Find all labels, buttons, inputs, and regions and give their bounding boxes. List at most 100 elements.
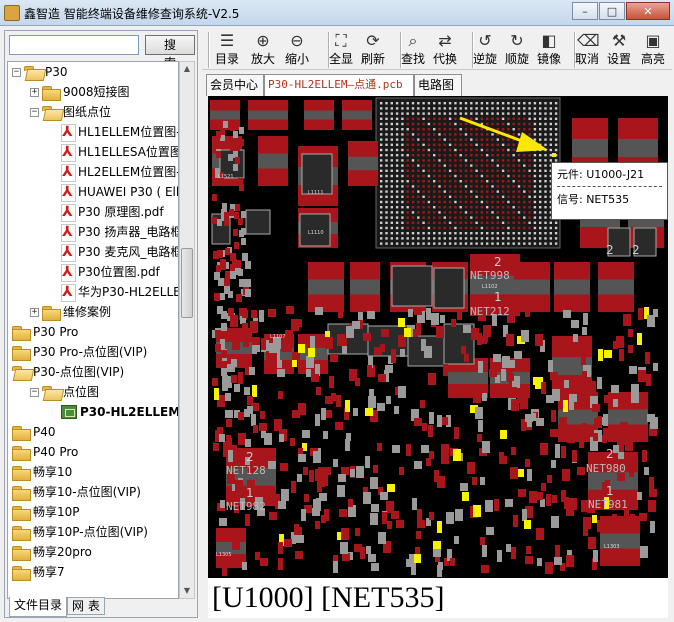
- tab-pcb-file[interactable]: P30-HL2ELLEM—点通.pcb: [264, 74, 414, 96]
- tab-file-directory[interactable]: 文件目录: [9, 597, 68, 617]
- tree-item[interactable]: +9008短接图: [30, 82, 130, 102]
- tree-item[interactable]: 畅享10P: [12, 502, 80, 522]
- smd-pad: [494, 499, 499, 511]
- tree-item[interactable]: P30位置图.pdf: [48, 262, 160, 282]
- expand-icon[interactable]: +: [30, 87, 39, 97]
- smd-pad: [581, 353, 586, 365]
- bga-pad: [549, 133, 552, 136]
- tool-settings-button[interactable]: ⚒ 设置: [602, 30, 636, 70]
- pcb-viewer[interactable]: NET998 NET212 NET128 NET982 NET980 NET98…: [208, 96, 668, 578]
- close-button[interactable]: ✕: [626, 2, 670, 20]
- bga-pad: [464, 237, 468, 240]
- tree-item[interactable]: HUAWEI P30 ( Ell: [48, 182, 178, 202]
- tab-member-center[interactable]: 会员中心: [206, 74, 264, 96]
- tree-item[interactable]: 畅享10: [12, 462, 72, 482]
- smd-pad: [255, 552, 260, 560]
- tree-item[interactable]: 畅享7: [12, 562, 65, 582]
- tree-item[interactable]: − 点位图: [30, 382, 99, 402]
- tool-clear-button[interactable]: ⌫ 取消: [570, 30, 604, 70]
- tree-item[interactable]: P30-点位图(VIP): [12, 362, 124, 382]
- tool-rotate-ccw-button[interactable]: ↺ 逆旋: [468, 30, 502, 70]
- tree-item[interactable]: HL2ELLEM位置图-: [48, 162, 178, 182]
- tree-item[interactable]: − 图纸点位: [30, 102, 111, 122]
- bga-pad: [443, 133, 446, 136]
- search-button[interactable]: 搜 索: [145, 35, 195, 70]
- tree-item[interactable]: 华为P30-HL2ELLEI: [48, 282, 178, 302]
- tool-fit-all-button[interactable]: ⛶ 全显: [324, 30, 358, 70]
- tree-item[interactable]: HL1ELLEM位置图-: [48, 122, 178, 142]
- tool-mirror-button[interactable]: ◧ 镜像: [532, 30, 566, 70]
- collapse-icon[interactable]: −: [30, 387, 39, 397]
- smd-pad: [482, 441, 490, 453]
- tree-item[interactable]: + 维修案例: [30, 302, 111, 322]
- smd-pad: [212, 217, 217, 224]
- expand-icon[interactable]: +: [30, 307, 39, 317]
- tree-item[interactable]: P40: [12, 422, 56, 442]
- search-input[interactable]: [9, 35, 139, 55]
- scroll-up-icon[interactable]: ▲: [180, 62, 194, 76]
- maximize-button[interactable]: □: [599, 2, 625, 20]
- tree-item[interactable]: P30 原理图.pdf: [48, 202, 164, 222]
- smd-pad: [554, 557, 562, 565]
- bga-pad: [523, 154, 526, 157]
- pin-label: 1: [494, 290, 502, 304]
- smd-pad: [561, 446, 566, 458]
- tree-item[interactable]: 畅享10-点位图(VIP): [12, 482, 141, 502]
- bga-pad: [443, 190, 446, 193]
- tree-item[interactable]: − P30: [12, 62, 68, 82]
- tool-list-button[interactable]: ☰ 目录: [210, 30, 244, 70]
- bga-pad: [501, 216, 505, 219]
- smd-pad: [238, 436, 243, 444]
- tool-search-button[interactable]: ⌕ 查找: [396, 30, 430, 70]
- smd-pad: [645, 352, 650, 364]
- smd-pad: [450, 558, 455, 566]
- tab-schematic[interactable]: 电路图: [414, 74, 462, 96]
- bga-pad: [380, 190, 383, 193]
- tree-item[interactable]: HL1ELLESA位置图: [48, 142, 178, 162]
- tree-item[interactable]: P30 Pro-点位图(VIP): [12, 342, 147, 362]
- tree-item[interactable]: 畅享10P-点位图(VIP): [12, 522, 148, 542]
- tool-highlight-button[interactable]: ▣ 高亮: [636, 30, 670, 70]
- minimize-button[interactable]: –: [572, 2, 598, 20]
- component-core: [618, 139, 658, 157]
- tree-item[interactable]: P30 Pro: [12, 322, 78, 342]
- bga-pad: [512, 112, 515, 115]
- collapse-icon[interactable]: −: [12, 67, 21, 77]
- bga-pad: [422, 148, 425, 152]
- bga-pad: [491, 237, 494, 240]
- smd-pad: [233, 131, 238, 138]
- collapse-icon[interactable]: −: [30, 107, 39, 117]
- bga-pad: [406, 211, 409, 214]
- tree-item[interactable]: P30-HL2ELLEM—: [48, 402, 178, 422]
- smd-pad: [228, 154, 233, 161]
- scroll-down-icon[interactable]: ▼: [180, 584, 194, 598]
- bga-pad: [491, 122, 494, 126]
- bga-pad: [411, 226, 415, 230]
- scrollbar-thumb[interactable]: [181, 248, 193, 318]
- bga-pad: [549, 226, 552, 230]
- bga-pad: [470, 242, 473, 245]
- selected-pad[interactable]: [552, 153, 556, 157]
- bga-pad: [544, 200, 547, 204]
- bga-pad: [486, 107, 489, 110]
- bga-pad: [411, 112, 415, 115]
- tree-item[interactable]: P30 扬声器_电路框: [48, 222, 178, 242]
- tree-item[interactable]: P40 Pro: [12, 442, 78, 462]
- bga-pad: [459, 180, 462, 183]
- tool-swap-button[interactable]: ⇄ 代换: [428, 30, 462, 70]
- bga-pad: [544, 133, 547, 136]
- tool-zoom-in-button[interactable]: ⊕ 放大: [246, 30, 280, 70]
- bga-pad: [480, 206, 484, 209]
- bga-pad: [528, 164, 531, 167]
- tree-scrollbar[interactable]: ▲ ▼: [179, 61, 195, 599]
- bga-pad: [475, 102, 478, 105]
- smd-pad: [526, 546, 531, 554]
- tree-item[interactable]: P30 麦克风_电路框: [48, 242, 178, 262]
- bga-pad: [475, 226, 478, 230]
- smd-pad: [555, 446, 560, 458]
- tab-netlist[interactable]: 网 表: [67, 597, 105, 615]
- tool-rotate-cw-button[interactable]: ↻ 顺旋: [500, 30, 534, 70]
- tree-item[interactable]: 畅享20pro: [12, 542, 92, 562]
- tool-zoom-out-button[interactable]: ⊖ 缩小: [280, 30, 314, 70]
- tool-refresh-button[interactable]: ⟳ 刷新: [356, 30, 390, 70]
